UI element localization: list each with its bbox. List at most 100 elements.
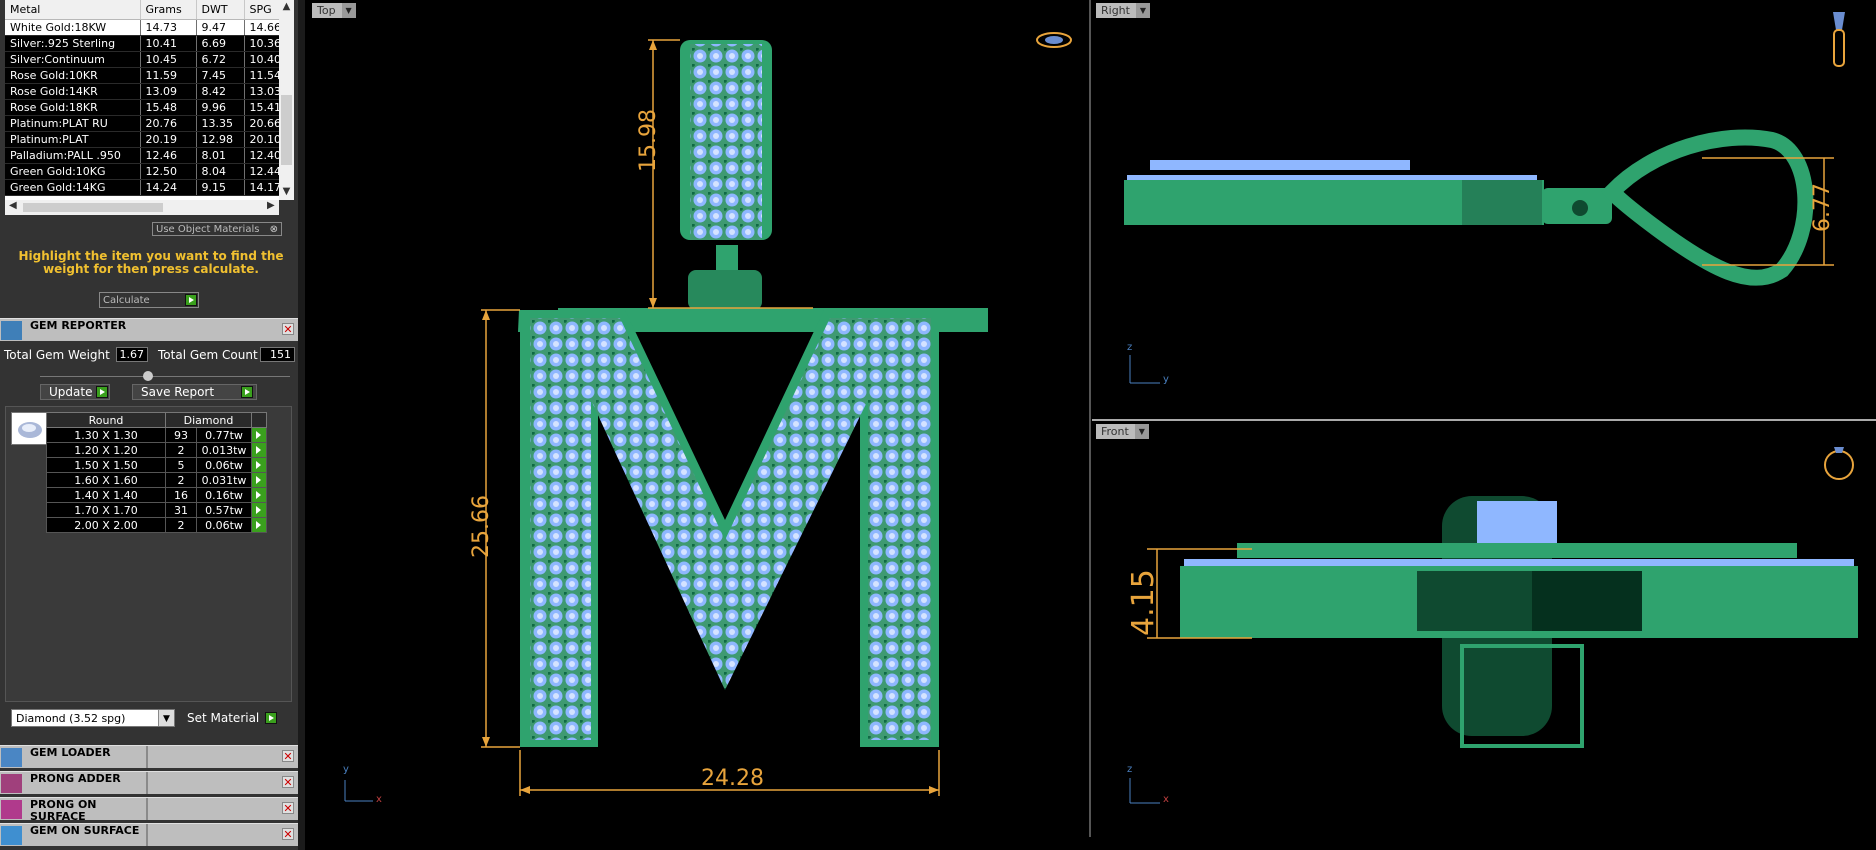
gem-row[interactable]: 1.20 X 1.20 2 0.013tw <box>46 442 267 458</box>
header-separator <box>146 824 148 846</box>
scroll-down-arrow-icon[interactable]: ▼ <box>279 186 294 197</box>
metal-table-vertical-scrollbar[interactable]: ▲ ▼ <box>279 0 294 200</box>
gem-row-go-button[interactable] <box>251 457 267 473</box>
prong-on-surface-header[interactable]: PRONG ON SURFACE ✕ <box>0 797 298 823</box>
metal-cell: 20.76 <box>140 115 197 132</box>
scroll-right-arrow-icon[interactable]: ▶ <box>267 200 275 211</box>
top-view-model <box>344 32 1072 802</box>
metal-row[interactable]: Green Gold:10KG 12.50 8.04 12.44 <box>5 163 279 180</box>
set-material-go-icon[interactable] <box>265 712 277 724</box>
col-dwt-header[interactable]: DWT <box>196 0 245 20</box>
metal-row[interactable]: Palladium:PALL .950 12.46 8.01 12.40 <box>5 147 279 164</box>
metal-cell: 8.42 <box>196 83 245 100</box>
metal-table-horizontal-scrollbar[interactable]: ◀ ▶ <box>5 200 279 215</box>
gem-row-go-button[interactable] <box>251 487 267 503</box>
calculate-button[interactable] <box>185 294 197 306</box>
metal-cell: 12.46 <box>140 147 197 164</box>
close-icon[interactable]: ✕ <box>282 750 294 762</box>
metal-cell: 14.66 <box>244 19 279 36</box>
gem-count-cell: 5 <box>165 457 197 473</box>
metal-row[interactable]: Rose Gold:10KR 11.59 7.45 11.54 <box>5 67 279 84</box>
top-viewport[interactable]: Top ▼ 15.98 25.66 24.28 y x <box>308 0 1091 837</box>
gem-row-go-button[interactable] <box>251 517 267 533</box>
gem-row[interactable]: 1.40 X 1.40 16 0.16tw <box>46 487 267 503</box>
prong-adder-header[interactable]: PRONG ADDER ✕ <box>0 771 298 794</box>
gem-weight-cell: 0.013tw <box>196 442 252 458</box>
metal-cell: Rose Gold:18KR <box>5 99 141 116</box>
gem-list-panel: Round Diamond 1.30 X 1.30 93 0.77tw 1.20 X … <box>5 406 292 702</box>
metal-row[interactable]: Rose Gold:18KR 15.48 9.96 15.41 <box>5 99 279 116</box>
total-gem-weight-value: 1.67 <box>116 347 148 362</box>
calculate-field[interactable]: Calculate <box>99 292 199 308</box>
gem-count-cell: 16 <box>165 487 197 503</box>
close-icon[interactable]: ✕ <box>282 776 294 788</box>
col-metal-header[interactable]: Metal <box>5 0 141 20</box>
gem-row[interactable]: 1.30 X 1.30 93 0.77tw <box>46 427 267 443</box>
left-panel: Metal Grams DWT SPG White Gold:18KW 14.73… <box>0 0 298 850</box>
metal-cell: 11.54 <box>244 67 279 84</box>
update-go-icon[interactable] <box>96 386 108 398</box>
close-icon[interactable]: ✕ <box>282 323 294 335</box>
metal-row[interactable]: Green Gold:14KG 14.24 9.15 14.17 <box>5 179 279 196</box>
front-viewport[interactable]: Front ▼ 4.15 z x <box>1092 421 1876 837</box>
right-view-model <box>1124 12 1845 384</box>
gem-header-spacer <box>251 412 267 428</box>
metal-cell: 13.09 <box>140 83 197 100</box>
metal-cell: 12.98 <box>196 131 245 148</box>
metal-weight-table: Metal Grams DWT SPG White Gold:18KW 14.73… <box>5 0 279 200</box>
axis-z-label: z <box>1127 342 1133 353</box>
gem-weight-cell: 0.57tw <box>196 502 252 518</box>
col-grams-header[interactable]: Grams <box>140 0 197 20</box>
chevron-down-icon[interactable]: ▼ <box>158 710 174 726</box>
collapse-knob-icon[interactable] <box>143 371 153 381</box>
metal-row[interactable]: Platinum:PLAT RU 20.76 13.35 20.66 <box>5 115 279 132</box>
material-select-value: Diamond (3.52 spg) <box>16 712 126 725</box>
gem-material-header: Diamond <box>165 412 252 428</box>
gem-row[interactable]: 1.60 X 1.60 2 0.031tw <box>46 472 267 488</box>
metal-row[interactable]: Platinum:PLAT 20.19 12.98 20.10 <box>5 131 279 148</box>
metal-row[interactable]: Silver:.925 Sterling 10.41 6.69 10.36 <box>5 35 279 52</box>
metal-cell: 10.45 <box>140 51 197 68</box>
scroll-up-arrow-icon[interactable]: ▲ <box>279 1 294 12</box>
material-select[interactable]: Diamond (3.52 spg) ▼ <box>11 709 175 727</box>
metal-row[interactable]: Silver:Continuum 10.45 6.72 10.40 <box>5 51 279 68</box>
col-spg-header[interactable]: SPG <box>244 0 279 20</box>
dim-bail-length: 15.98 <box>636 109 661 172</box>
metal-row[interactable]: Rose Gold:14KR 13.09 8.42 13.03 <box>5 83 279 100</box>
clear-icon[interactable]: ⊗ <box>270 223 278 237</box>
gem-loader-header[interactable]: GEM LOADER ✕ <box>0 745 298 768</box>
save-report-go-icon[interactable] <box>241 386 253 398</box>
close-icon[interactable]: ✕ <box>282 802 294 814</box>
metal-cell: 9.15 <box>196 179 245 196</box>
scroll-thumb[interactable] <box>281 95 292 165</box>
gem-weight-cell: 0.031tw <box>196 472 252 488</box>
gem-row[interactable]: 1.70 X 1.70 31 0.57tw <box>46 502 267 518</box>
right-viewport[interactable]: Right ▼ 6.77 z y <box>1092 0 1876 421</box>
metal-row[interactable]: White Gold:18KW 14.73 9.47 14.66 <box>5 19 279 36</box>
use-object-materials-field[interactable]: Use Object Materials ⊗ <box>152 222 282 236</box>
prong-on-surface-title: PRONG ON SURFACE <box>30 798 97 823</box>
dim-letter-width: 24.28 <box>701 766 764 791</box>
metal-cell: Rose Gold:10KR <box>5 67 141 84</box>
metal-cell: White Gold:18KW <box>5 19 141 36</box>
gem-row[interactable]: 1.50 X 1.50 5 0.06tw <box>46 457 267 473</box>
gem-row-go-button[interactable] <box>251 502 267 518</box>
front-view-model <box>1129 447 1858 804</box>
scroll-left-arrow-icon[interactable]: ◀ <box>9 200 17 211</box>
gem-on-surface-header[interactable]: GEM ON SURFACE ✕ <box>0 823 298 846</box>
gem-shape-header: Round <box>46 412 166 428</box>
gem-size-cell: 2.00 X 2.00 <box>46 517 166 533</box>
save-report-button[interactable]: Save Report <box>132 384 257 400</box>
dim-bail-height: 6.77 <box>1810 183 1835 232</box>
metal-cell: 6.69 <box>196 35 245 52</box>
gem-row-go-button[interactable] <box>251 442 267 458</box>
metal-cell: Rose Gold:14KR <box>5 83 141 100</box>
gem-reporter-header[interactable]: GEM REPORTER ✕ <box>0 318 298 341</box>
gem-row-go-button[interactable] <box>251 427 267 443</box>
gem-row[interactable]: 2.00 X 2.00 2 0.06tw <box>46 517 267 533</box>
gem-row-go-button[interactable] <box>251 472 267 488</box>
scroll-thumb[interactable] <box>23 203 163 212</box>
gem-count-cell: 2 <box>165 442 197 458</box>
close-icon[interactable]: ✕ <box>282 828 294 840</box>
metal-cell: Palladium:PALL .950 <box>5 147 141 164</box>
